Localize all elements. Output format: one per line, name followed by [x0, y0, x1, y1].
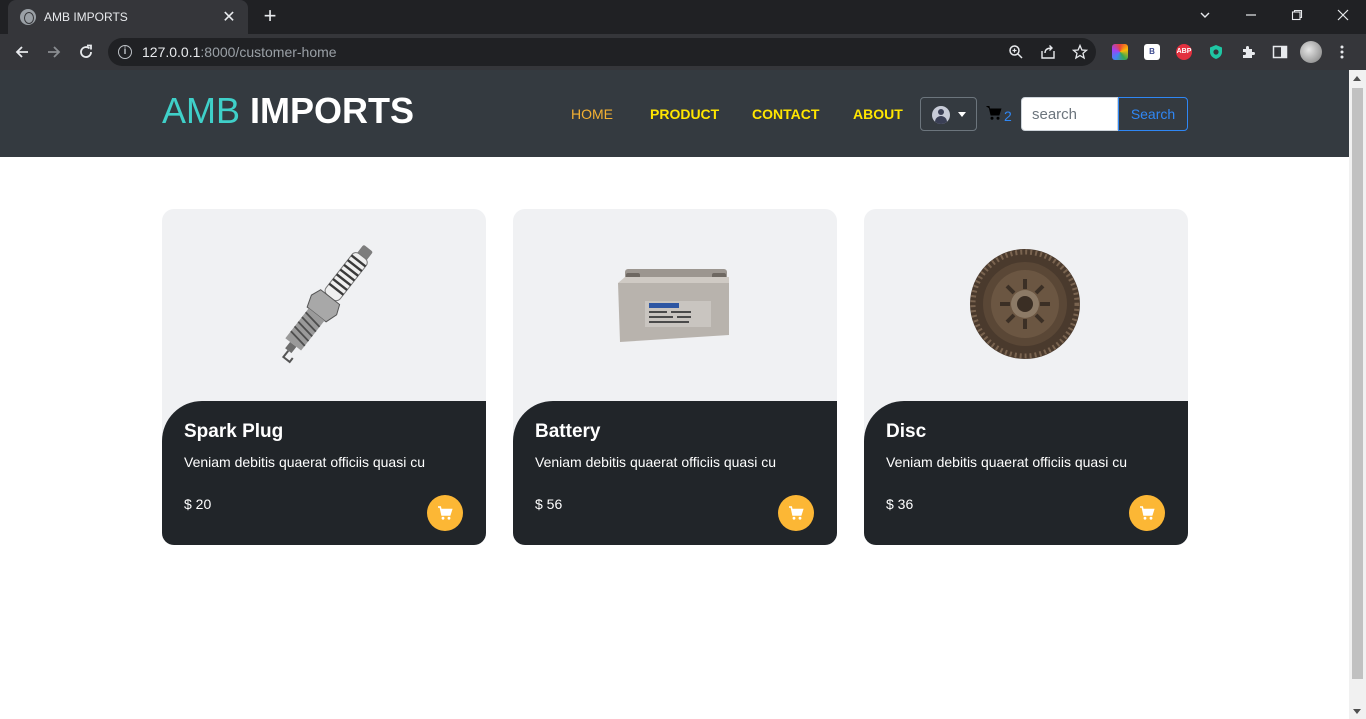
- url-path: :8000/customer-home: [200, 44, 337, 60]
- product-description: Veniam debitis quaerat officiis quasi cu: [886, 454, 1127, 470]
- site-info-icon[interactable]: i: [118, 45, 132, 59]
- address-bar[interactable]: i 127.0.0.1:8000/customer-home: [108, 38, 1096, 66]
- browser-toolbar: i 127.0.0.1:8000/customer-home B ABP: [0, 34, 1366, 70]
- add-to-cart-button[interactable]: [427, 495, 463, 531]
- product-name: Spark Plug: [184, 421, 284, 442]
- product-price: $ 36: [886, 496, 914, 512]
- new-tab-icon[interactable]: +: [258, 4, 282, 28]
- tab-search-icon[interactable]: [1182, 0, 1228, 32]
- tab-title: AMB IMPORTS: [44, 10, 128, 24]
- product-price: $ 56: [535, 496, 563, 512]
- clutch-disc-image: [864, 209, 1188, 401]
- share-icon[interactable]: [1038, 42, 1058, 62]
- scrollbar-thumb[interactable]: [1352, 88, 1363, 679]
- scroll-down-icon[interactable]: [1353, 709, 1361, 714]
- extensions-puzzle-icon[interactable]: [1240, 44, 1256, 60]
- product-description: Veniam debitis quaerat officiis quasi cu: [535, 454, 776, 470]
- restore-icon[interactable]: [1274, 0, 1320, 32]
- browser-tab-strip: AMB IMPORTS ✕ +: [0, 0, 1366, 34]
- color-extension-icon[interactable]: [1112, 44, 1128, 60]
- close-tab-icon[interactable]: ✕: [220, 7, 238, 27]
- adblock-extension-icon[interactable]: ABP: [1176, 44, 1192, 60]
- product-card-disc[interactable]: Disc Veniam debitis quaerat officiis qua…: [864, 209, 1188, 545]
- product-card-spark-plug[interactable]: Spark Plug Veniam debitis quaerat offici…: [162, 209, 486, 545]
- side-panel-icon[interactable]: [1272, 44, 1288, 60]
- product-name: Disc: [886, 421, 927, 442]
- browser-tab[interactable]: AMB IMPORTS ✕: [8, 0, 248, 34]
- window-close-icon[interactable]: [1320, 0, 1366, 32]
- bookmark-star-icon[interactable]: [1070, 42, 1090, 62]
- profile-avatar-icon[interactable]: [1300, 41, 1322, 63]
- cart-icon: [1140, 506, 1155, 520]
- cart-icon: [438, 506, 453, 520]
- zoom-icon[interactable]: [1006, 42, 1026, 62]
- user-avatar-icon: [932, 106, 950, 124]
- cart-icon: [789, 506, 804, 520]
- header-cart-link[interactable]: 2: [986, 105, 1012, 126]
- brand-logo[interactable]: AMB IMPORTS: [162, 90, 414, 132]
- caret-down-icon: [958, 112, 966, 117]
- back-icon[interactable]: [8, 38, 36, 66]
- cart-icon: [986, 105, 1002, 126]
- product-price: $ 20: [184, 496, 212, 512]
- nav-about[interactable]: ABOUT: [853, 106, 903, 122]
- product-description: Veniam debitis quaerat officiis quasi cu: [184, 454, 425, 470]
- nav-home[interactable]: HOME: [571, 106, 613, 122]
- product-name: Battery: [535, 421, 601, 442]
- user-menu-button[interactable]: [920, 97, 977, 131]
- product-card-body: Spark Plug Veniam debitis quaerat offici…: [162, 401, 486, 545]
- battery-image: [513, 209, 837, 401]
- url-host: 127.0.0.1: [142, 44, 201, 60]
- cart-count: 2: [1004, 107, 1012, 124]
- search-button[interactable]: Search: [1118, 97, 1188, 131]
- product-card-body: Disc Veniam debitis quaerat officiis qua…: [864, 401, 1188, 545]
- minimize-icon[interactable]: [1228, 0, 1274, 32]
- nav-contact[interactable]: CONTACT: [752, 106, 819, 122]
- spark-plug-image: [162, 209, 486, 401]
- search-input[interactable]: [1021, 97, 1118, 131]
- brand-part-1: AMB: [162, 90, 241, 131]
- scroll-up-icon[interactable]: [1353, 76, 1361, 81]
- add-to-cart-button[interactable]: [778, 495, 814, 531]
- reload-icon[interactable]: [72, 38, 100, 66]
- page-scrollbar[interactable]: [1349, 70, 1366, 719]
- brand-part-2: IMPORTS: [250, 90, 415, 131]
- forward-icon[interactable]: [40, 38, 68, 66]
- globe-icon: [20, 9, 36, 25]
- site-header: AMB IMPORTS HOME PRODUCT CONTACT ABOUT 2…: [0, 70, 1349, 157]
- b-extension-icon[interactable]: B: [1144, 44, 1160, 60]
- product-card-body: Battery Veniam debitis quaerat officiis …: [513, 401, 837, 545]
- address-url[interactable]: 127.0.0.1:8000/customer-home: [142, 44, 337, 60]
- product-card-battery[interactable]: Battery Veniam debitis quaerat officiis …: [513, 209, 837, 545]
- add-to-cart-button[interactable]: [1129, 495, 1165, 531]
- shield-extension-icon[interactable]: [1208, 44, 1224, 60]
- browser-menu-icon[interactable]: [1334, 44, 1350, 60]
- nav-product[interactable]: PRODUCT: [650, 106, 719, 122]
